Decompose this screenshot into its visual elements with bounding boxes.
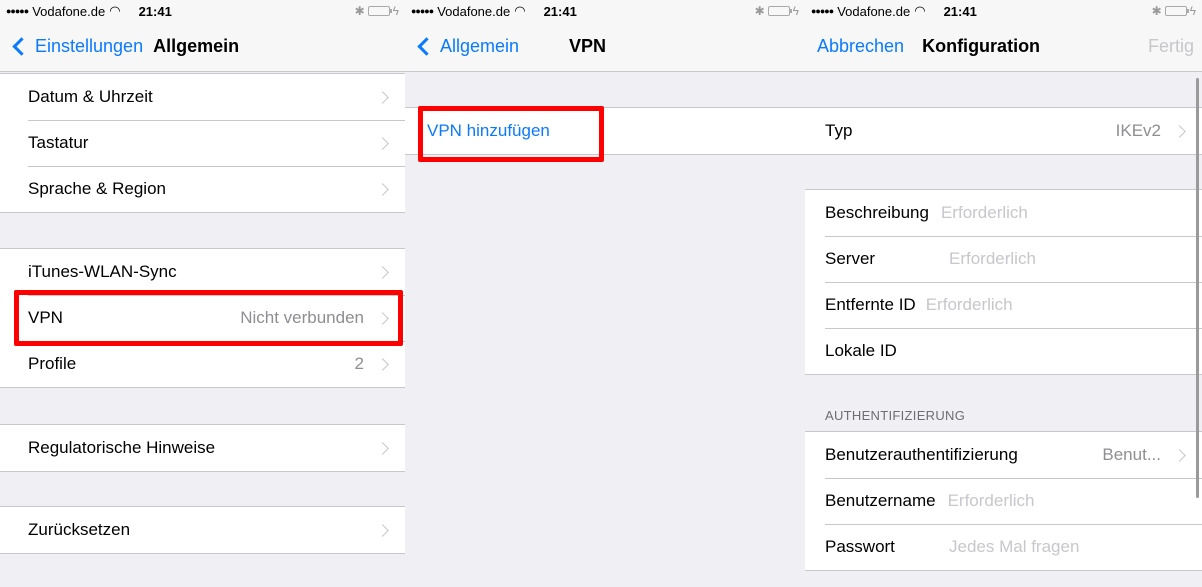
status-bar: ●●●●● Vodafone.de ◠ 21:41 ✱ ϟ — [0, 0, 405, 22]
clock: 21:41 — [943, 3, 977, 19]
settings-group-4: Zurücksetzen — [0, 506, 405, 554]
row-tastatur[interactable]: Tastatur — [0, 120, 405, 166]
section-header-auth: AUTHENTIFIZIERUNG — [825, 408, 966, 423]
row-lokale-id[interactable]: Lokale ID — [805, 328, 1202, 374]
server-field[interactable]: Erforderlich — [949, 249, 1036, 269]
back-button[interactable]: Allgemein — [405, 36, 519, 57]
row-label: Zurücksetzen — [28, 520, 131, 539]
chevron-right-icon — [1173, 124, 1186, 138]
screen-vpn: ●●●●● Vodafone.de ◠ 21:41 ✱ ϟ Allgemein … — [405, 0, 805, 587]
chevron-right-icon — [376, 136, 389, 150]
field-label: Server — [825, 249, 876, 268]
carrier-label: Vodafone.de — [32, 3, 106, 19]
wifi-icon: ◠ — [514, 3, 526, 18]
row-entfernte-id[interactable]: Entfernte ID Erforderlich — [805, 282, 1202, 328]
status-bar: ●●●●● Vodafone.de ◠ 21:41 ✱ ϟ — [805, 0, 1202, 22]
settings-group-3: Regulatorische Hinweise — [0, 424, 405, 472]
chevron-left-icon — [417, 37, 436, 56]
chevron-right-icon — [376, 441, 389, 455]
type-group: Typ IKEv2 — [805, 107, 1202, 155]
field-label: Lokale ID — [825, 341, 897, 360]
row-itunes-wlan-sync[interactable]: iTunes-WLAN-Sync — [0, 249, 405, 295]
chevron-left-icon — [12, 37, 31, 56]
chevron-right-icon — [376, 523, 389, 537]
nav-bar: Allgemein VPN — [405, 22, 805, 72]
done-button[interactable]: Fertig — [1148, 36, 1202, 57]
back-label: Einstellungen — [35, 36, 144, 56]
bluetooth-icon: ✱ — [354, 4, 365, 18]
row-beschreibung[interactable]: Beschreibung Erforderlich — [805, 190, 1202, 236]
battery-icon — [367, 6, 392, 16]
password-field[interactable]: Jedes Mal fragen — [949, 537, 1079, 557]
row-passwort[interactable]: Passwort Jedes Mal fragen — [805, 524, 1202, 570]
wifi-icon: ◠ — [914, 3, 926, 18]
row-zuruecksetzen[interactable]: Zurücksetzen — [0, 507, 405, 553]
chevron-right-icon — [376, 182, 389, 196]
screen-allgemein: ●●●●● Vodafone.de ◠ 21:41 ✱ ϟ Einstellun… — [0, 0, 405, 587]
wifi-icon: ◠ — [109, 3, 121, 18]
signal-icon: ●●●●● — [6, 6, 29, 16]
profile-count: 2 — [354, 354, 364, 373]
row-profile[interactable]: Profile 2 — [0, 341, 405, 387]
bluetooth-icon: ✱ — [754, 4, 765, 18]
page-title: Konfiguration — [922, 36, 1041, 56]
remote-id-field[interactable]: Erforderlich — [926, 295, 1013, 315]
battery-icon — [1164, 6, 1189, 16]
back-button[interactable]: Einstellungen — [0, 36, 143, 57]
chevron-right-icon — [1173, 448, 1186, 462]
field-label: Passwort — [825, 537, 895, 556]
chevron-right-icon — [376, 265, 389, 279]
page-title: VPN — [569, 36, 607, 56]
field-label: Beschreibung — [825, 203, 929, 222]
row-benutzername[interactable]: Benutzername Erforderlich — [805, 478, 1202, 524]
cancel-button[interactable]: Abbrechen — [805, 36, 904, 57]
screen-konfiguration: ●●●●● Vodafone.de ◠ 21:41 ✱ ϟ Abbrechen … — [805, 0, 1202, 587]
clock: 21:41 — [138, 3, 172, 19]
row-label: iTunes-WLAN-Sync — [28, 262, 177, 281]
charging-icon: ϟ — [392, 4, 399, 18]
settings-group-1: Datum & Uhrzeit Tastatur Sprache & Regio… — [0, 73, 405, 213]
charging-icon: ϟ — [1189, 4, 1196, 18]
chevron-right-icon — [376, 357, 389, 371]
carrier-label: Vodafone.de — [437, 3, 511, 19]
carrier-label: Vodafone.de — [837, 3, 911, 19]
row-typ[interactable]: Typ IKEv2 — [805, 108, 1202, 154]
battery-icon — [767, 6, 792, 16]
row-datum-uhrzeit[interactable]: Datum & Uhrzeit — [0, 74, 405, 120]
user-auth-value: Benut... — [1102, 445, 1161, 464]
back-label: Allgemein — [440, 36, 520, 56]
page-title: Allgemein — [153, 36, 240, 56]
username-field[interactable]: Erforderlich — [948, 491, 1035, 511]
description-field[interactable]: Erforderlich — [941, 203, 1028, 223]
row-label: Regulatorische Hinweise — [28, 438, 216, 457]
nav-bar: Abbrechen Konfiguration Fertig — [805, 22, 1202, 72]
scrollbar[interactable] — [1196, 78, 1199, 498]
bluetooth-icon: ✱ — [1151, 4, 1162, 18]
nav-bar: Einstellungen Allgemein — [0, 22, 405, 72]
row-label: Profile — [28, 354, 77, 373]
row-label: Tastatur — [28, 133, 89, 152]
status-bar: ●●●●● Vodafone.de ◠ 21:41 ✱ ϟ — [405, 0, 805, 22]
row-server[interactable]: Server Erforderlich — [805, 236, 1202, 282]
row-sprache-region[interactable]: Sprache & Region — [0, 166, 405, 212]
signal-icon: ●●●●● — [411, 6, 434, 16]
field-label: Benutzername — [825, 491, 936, 510]
highlight-box-vpn — [14, 290, 403, 346]
signal-icon: ●●●●● — [811, 6, 834, 16]
row-label: Typ — [825, 121, 853, 140]
row-label: Sprache & Region — [28, 179, 166, 198]
chevron-right-icon — [376, 90, 389, 104]
row-label: Datum & Uhrzeit — [28, 87, 153, 106]
type-value: IKEv2 — [1115, 121, 1161, 140]
field-label: Entfernte ID — [825, 295, 916, 314]
clock: 21:41 — [543, 3, 577, 19]
row-benutzerauthentifizierung[interactable]: Benutzerauthentifizierung Benut... — [805, 432, 1202, 478]
row-regulatorische-hinweise[interactable]: Regulatorische Hinweise — [0, 425, 405, 471]
row-label: Benutzerauthentifizierung — [825, 445, 1018, 464]
auth-group: Benutzerauthentifizierung Benut... Benut… — [805, 431, 1202, 571]
charging-icon: ϟ — [792, 4, 799, 18]
config-fields-group: Beschreibung Erforderlich Server Erforde… — [805, 189, 1202, 375]
highlight-box-add-vpn — [418, 106, 604, 162]
